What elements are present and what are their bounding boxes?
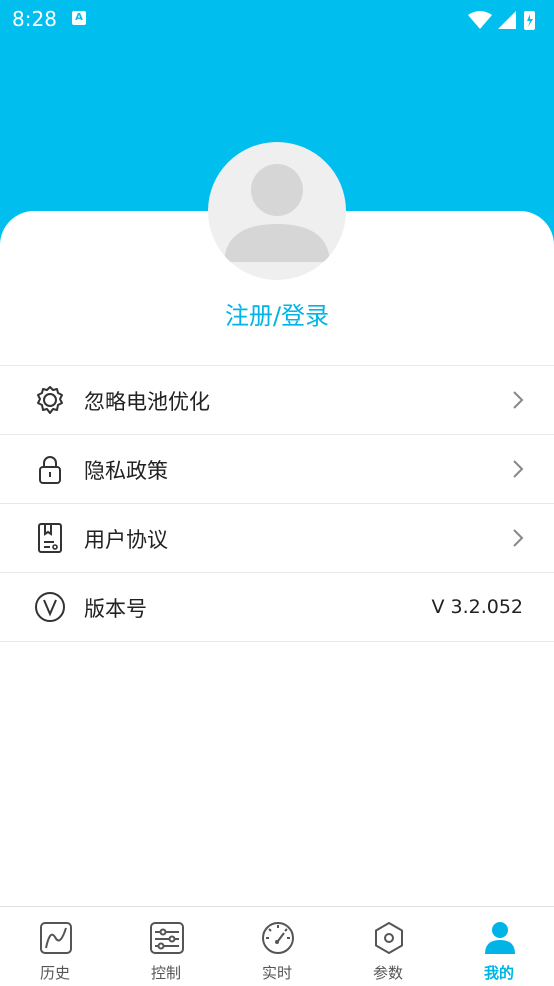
menu-item-label: 用户协议 — [84, 528, 168, 552]
menu-item-battery-optimization[interactable]: 忽略电池优化 — [0, 365, 554, 434]
tab-parameters[interactable]: 参数 — [333, 907, 443, 986]
login-register-link[interactable]: 注册/登录 — [0, 296, 554, 331]
menu-item-privacy-policy[interactable]: 隐私政策 — [0, 434, 554, 503]
signal-icon — [498, 11, 516, 29]
status-bar: 8:28 A — [0, 0, 554, 40]
chevron-right-icon — [513, 460, 524, 478]
chevron-right-icon — [513, 391, 524, 409]
menu-item-label: 版本号 — [84, 597, 147, 621]
wifi-icon — [468, 11, 492, 29]
status-icons — [468, 11, 535, 30]
hexagon-icon — [375, 922, 403, 954]
tab-label: 我的 — [483, 964, 514, 982]
version-icon — [35, 592, 65, 622]
menu-item-label: 忽略电池优化 — [84, 390, 210, 414]
tab-label: 参数 — [372, 964, 403, 982]
bottom-tab-bar: 历史 控制 实时 参数 我的 — [0, 906, 554, 986]
tab-mine[interactable]: 我的 — [444, 907, 554, 986]
tab-label: 实时 — [261, 964, 292, 982]
version-value: V 3.2.052 — [431, 596, 523, 618]
user-placeholder-icon — [224, 164, 330, 262]
history-chart-icon — [40, 922, 72, 954]
sliders-icon — [150, 922, 184, 954]
tab-label: 控制 — [150, 964, 181, 982]
status-time: 8:28 — [12, 7, 57, 31]
gauge-icon — [262, 922, 294, 954]
document-icon — [38, 523, 62, 553]
tab-control[interactable]: 控制 — [111, 907, 221, 986]
menu-item-user-agreement[interactable]: 用户协议 — [0, 503, 554, 572]
tab-realtime[interactable]: 实时 — [222, 907, 332, 986]
menu-item-label: 隐私政策 — [84, 459, 168, 483]
notification-badge: A — [72, 11, 86, 25]
avatar[interactable] — [208, 142, 346, 280]
tab-label: 历史 — [39, 964, 70, 982]
settings-menu: 忽略电池优化 隐私政策 用户协议 版本号 V 3.2.052 — [0, 365, 554, 642]
gear-icon — [37, 386, 63, 414]
chevron-right-icon — [513, 529, 524, 547]
lock-icon — [39, 456, 61, 484]
menu-item-version: 版本号 V 3.2.052 — [0, 572, 554, 642]
person-icon — [485, 922, 515, 954]
tab-history[interactable]: 历史 — [0, 907, 110, 986]
